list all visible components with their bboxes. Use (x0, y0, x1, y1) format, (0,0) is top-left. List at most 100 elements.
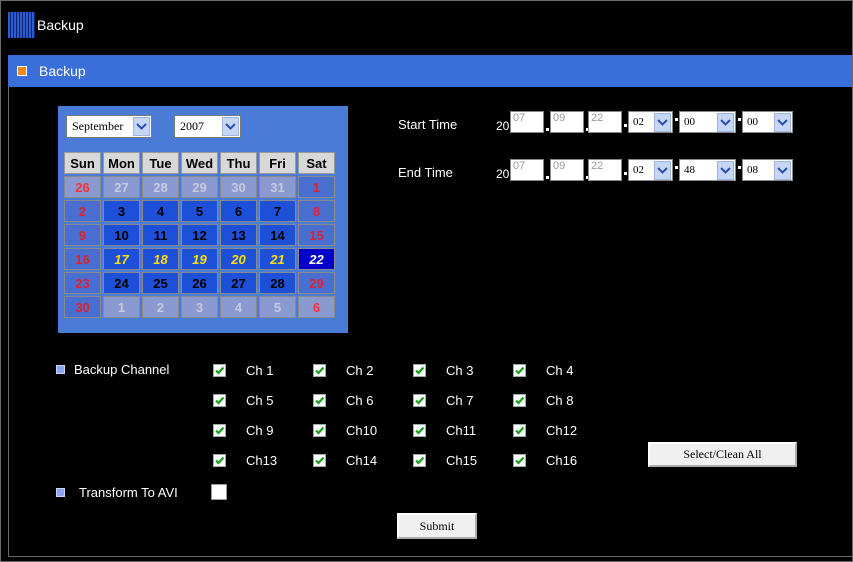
chevron-down-icon[interactable] (717, 160, 734, 180)
channel-checkbox[interactable] (213, 424, 226, 437)
calendar-day[interactable]: 18 (142, 248, 179, 270)
calendar-day[interactable]: 6 (220, 200, 257, 222)
channel-checkbox[interactable] (513, 364, 526, 377)
calendar-day[interactable]: 5 (259, 296, 296, 318)
calendar-day[interactable]: 8 (298, 200, 335, 222)
calendar-day[interactable]: 26 (181, 272, 218, 294)
calendar-day[interactable]: 5 (181, 200, 218, 222)
calendar-day[interactable]: 25 (142, 272, 179, 294)
channel-checkbox[interactable] (313, 424, 326, 437)
channel-checkbox[interactable] (513, 424, 526, 437)
calendar-day[interactable]: 1 (103, 296, 140, 318)
start-month-input[interactable]: 09 (550, 111, 584, 133)
channel-checkbox[interactable] (413, 394, 426, 407)
calendar-day[interactable]: 22 (298, 248, 335, 270)
chevron-down-icon[interactable] (654, 112, 671, 132)
calendar-day[interactable]: 30 (64, 296, 101, 318)
calendar-day[interactable]: 4 (142, 200, 179, 222)
title-bar: Backup (8, 10, 844, 40)
calendar-day[interactable]: 12 (181, 224, 218, 246)
end-month-input[interactable]: 09 (550, 159, 584, 181)
chevron-down-icon[interactable] (774, 112, 791, 132)
start-day-input[interactable]: 22 (588, 111, 622, 133)
channel-checkbox[interactable] (313, 454, 326, 467)
transform-avi-checkbox[interactable] (211, 484, 227, 500)
channel-checkbox[interactable] (413, 364, 426, 377)
calendar-day[interactable]: 27 (103, 176, 140, 198)
channel-checkbox[interactable] (413, 454, 426, 467)
calendar-day[interactable]: 24 (103, 272, 140, 294)
calendar-day[interactable]: 23 (64, 272, 101, 294)
calendar-day[interactable]: 10 (103, 224, 140, 246)
end-hour-select[interactable]: 02 (628, 159, 673, 181)
calendar-day[interactable]: 13 (220, 224, 257, 246)
calendar-day[interactable]: 4 (220, 296, 257, 318)
calendar-day[interactable]: 9 (64, 224, 101, 246)
chevron-down-icon[interactable] (774, 160, 791, 180)
end-year-input[interactable]: 07 (510, 159, 544, 181)
check-icon (215, 426, 225, 435)
month-select[interactable]: September (66, 115, 152, 138)
calendar-day[interactable]: 31 (259, 176, 296, 198)
channel-checkbox[interactable] (513, 454, 526, 467)
start-year-input[interactable]: 07 (510, 111, 544, 133)
year-select[interactable]: 2007 (174, 115, 241, 138)
end-day-input[interactable]: 22 (588, 159, 622, 181)
calendar-day[interactable]: 17 (103, 248, 140, 270)
calendar-day[interactable]: 27 (220, 272, 257, 294)
start-second-select[interactable]: 00 (742, 111, 793, 133)
calendar-day[interactable]: 29 (181, 176, 218, 198)
calendar-day[interactable]: 29 (298, 272, 335, 294)
channel-checkbox[interactable] (213, 394, 226, 407)
calendar-day[interactable]: 26 (64, 176, 101, 198)
calendar-day[interactable]: 20 (220, 248, 257, 270)
channel-checkbox[interactable] (413, 424, 426, 437)
channel-checkbox[interactable] (313, 364, 326, 377)
end-second-select[interactable]: 08 (742, 159, 793, 181)
start-century: 20 (496, 119, 510, 133)
calendar-day[interactable]: 3 (103, 200, 140, 222)
chevron-down-icon[interactable] (222, 117, 239, 136)
calendar-day[interactable]: 30 (220, 176, 257, 198)
start-minute-value: 00 (684, 116, 695, 128)
start-minute-select[interactable]: 00 (679, 111, 736, 133)
calendar-day[interactable]: 28 (142, 176, 179, 198)
calendar-day[interactable]: 6 (298, 296, 335, 318)
calendar-day[interactable]: 16 (64, 248, 101, 270)
weekday-header: Sun (64, 152, 101, 174)
check-icon (215, 366, 225, 375)
end-minute-select[interactable]: 48 (679, 159, 736, 181)
channel-label: Ch14 (346, 453, 378, 468)
channel-checkbox[interactable] (213, 364, 226, 377)
channel-checkbox[interactable] (313, 394, 326, 407)
calendar-day[interactable]: 11 (142, 224, 179, 246)
window-title: Backup (37, 17, 84, 33)
separator (624, 124, 627, 127)
weekday-header: Mon (103, 152, 140, 174)
weekday-header: Tue (142, 152, 179, 174)
submit-button[interactable]: Submit (397, 513, 477, 539)
channel-label: Ch 7 (446, 393, 474, 408)
chevron-down-icon[interactable] (133, 117, 150, 136)
start-hour-select[interactable]: 02 (628, 111, 673, 133)
chevron-down-icon[interactable] (654, 160, 671, 180)
select-clean-all-button[interactable]: Select/Clean All (648, 442, 797, 467)
separator (738, 166, 741, 169)
calendar-day[interactable]: 2 (64, 200, 101, 222)
weekday-header: Wed (181, 152, 218, 174)
check-icon (415, 366, 425, 375)
check-icon (315, 366, 325, 375)
calendar-day[interactable]: 28 (259, 272, 296, 294)
calendar-day[interactable]: 15 (298, 224, 335, 246)
calendar-day[interactable]: 21 (259, 248, 296, 270)
calendar-day[interactable]: 7 (259, 200, 296, 222)
end-century: 20 (496, 167, 510, 181)
chevron-down-icon[interactable] (717, 112, 734, 132)
calendar-day[interactable]: 14 (259, 224, 296, 246)
calendar-day[interactable]: 2 (142, 296, 179, 318)
calendar-day[interactable]: 19 (181, 248, 218, 270)
calendar-day[interactable]: 3 (181, 296, 218, 318)
calendar-day[interactable]: 1 (298, 176, 335, 198)
channel-checkbox[interactable] (213, 454, 226, 467)
channel-checkbox[interactable] (513, 394, 526, 407)
